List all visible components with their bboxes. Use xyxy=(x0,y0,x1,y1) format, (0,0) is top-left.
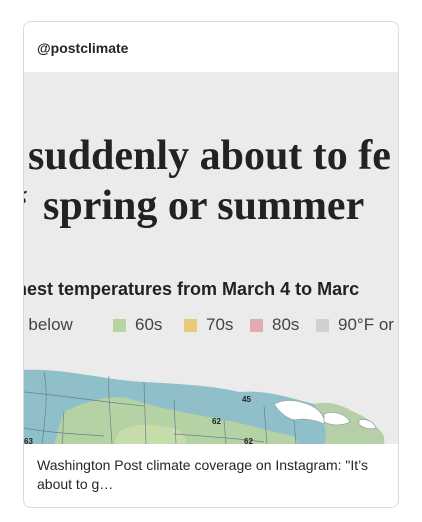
legend-item-60s: 60s xyxy=(113,315,162,335)
headline-line-2: ‘spring or summer xyxy=(24,182,391,230)
legend-label: r below xyxy=(24,315,73,334)
legend-swatch xyxy=(250,318,263,332)
legend-label: 80s xyxy=(272,315,300,334)
map-label: 62 xyxy=(212,417,221,426)
map-label: 62 xyxy=(244,437,253,444)
legend-swatch xyxy=(184,318,197,332)
legend-item-80s: 80s xyxy=(250,315,299,335)
map-subheading: hest temperatures from March 4 to Marc xyxy=(24,279,360,299)
legend-swatch xyxy=(316,318,329,332)
legend-item-90s: 90°F or ab xyxy=(316,315,398,335)
legend-label: 90°F or ab xyxy=(338,315,398,334)
temperature-map: 45 62 63 62 xyxy=(24,369,398,444)
legend-swatch xyxy=(113,318,126,332)
legend-item-below: r below xyxy=(24,315,73,335)
legend-item-70s: 70s xyxy=(184,315,233,335)
map-legend: r below 60s 70s 80s 90°F or ab xyxy=(24,315,398,337)
username-header[interactable]: @postclimate xyxy=(24,22,398,72)
headline-line-1: suddenly about to fe xyxy=(28,133,391,179)
map-label: 63 xyxy=(24,437,33,444)
post-caption[interactable]: Washington Post climate coverage on Inst… xyxy=(37,456,387,494)
map-label: 45 xyxy=(242,395,251,404)
username-link[interactable]: @postclimate xyxy=(37,40,128,56)
legend-label: 70s xyxy=(206,315,234,334)
instagram-embed-card[interactable]: @postclimate suddenly about to fe ‘sprin… xyxy=(23,21,399,508)
post-image[interactable]: suddenly about to fe ‘spring or summer h… xyxy=(24,72,398,444)
headline-line-2-text: spring or summer xyxy=(43,183,365,229)
legend-label: 60s xyxy=(135,315,163,334)
